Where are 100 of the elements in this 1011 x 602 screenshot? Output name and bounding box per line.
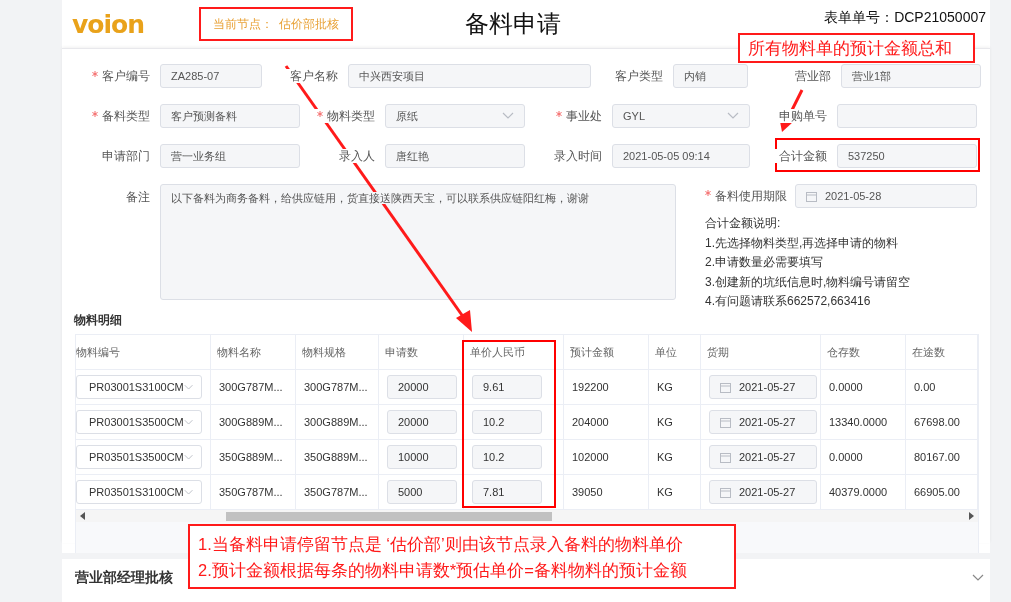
input-field[interactable] xyxy=(837,104,977,128)
table-cell: 350G889M... xyxy=(219,451,283,463)
note-line: 4.有问题请联系662572,663416 xyxy=(705,293,872,310)
table-cell: KG xyxy=(657,381,673,393)
column-header: 预计金额 xyxy=(564,335,649,369)
node-value: 估价部批核 xyxy=(279,15,339,33)
calendar-icon xyxy=(720,416,731,428)
table-cell: 102000 xyxy=(572,451,609,463)
input-field[interactable]: 中兴西安项目 xyxy=(348,64,591,88)
note-line: 3.创建新的坑纸信息时,物料编号请留空 xyxy=(705,273,912,291)
input-field[interactable]: 10.2 xyxy=(472,410,542,434)
input-field[interactable]: ZA285-07 xyxy=(160,64,262,88)
table-cell: 67698.00 xyxy=(914,416,960,428)
column-header: 物料规格 xyxy=(296,335,379,369)
table-cell: 350G787M... xyxy=(304,486,368,498)
select-field[interactable]: 原纸 xyxy=(385,104,525,128)
chevron-down-icon[interactable] xyxy=(972,574,984,582)
scroll-right-icon[interactable] xyxy=(968,512,974,520)
note-line: 2.申请数量必需要填写 xyxy=(705,254,824,271)
input-field[interactable]: 7.81 xyxy=(472,480,542,504)
table-cell: 350G787M... xyxy=(219,486,283,498)
page-title: 备料申请 xyxy=(465,9,561,39)
chevron-down-icon xyxy=(183,488,193,496)
calendar-icon xyxy=(720,486,731,498)
column-header: 仓存数 xyxy=(821,335,906,369)
node-label: 当前节点： xyxy=(213,15,273,33)
scroll-left-icon[interactable] xyxy=(80,512,86,520)
field-label: 备料类型 xyxy=(62,109,150,123)
chevron-down-icon xyxy=(502,112,514,120)
table-cell: 40379.0000 xyxy=(829,486,888,498)
column-header: 在途数 xyxy=(906,335,978,369)
input-field[interactable]: 2021-05-05 09:14 xyxy=(612,144,750,168)
column-header: 物料编号 xyxy=(76,335,211,369)
table-cell: 300G787M... xyxy=(219,381,283,393)
select-field[interactable]: PR03501S3500CM xyxy=(76,445,202,469)
input-field[interactable]: 20000 xyxy=(387,375,457,399)
input-field[interactable]: 营业1部 xyxy=(841,64,981,88)
column-header: 单价人民币 xyxy=(464,335,564,369)
select-field[interactable]: PR03001S3500CM xyxy=(76,410,202,434)
date-field[interactable]: 2021-05-27 xyxy=(709,375,817,399)
table-cell: 300G889M... xyxy=(219,416,283,428)
date-field[interactable]: 2021-05-27 xyxy=(709,445,817,469)
table-cell: KG xyxy=(657,451,673,463)
field-label: 备料使用期限 xyxy=(705,187,787,205)
required-icon xyxy=(92,71,98,77)
field-label: 申请部门 xyxy=(62,149,150,163)
input-field[interactable]: 客户预测备料 xyxy=(160,104,300,128)
required-icon xyxy=(556,111,562,117)
table-cell: KG xyxy=(657,486,673,498)
callout-text: 2.预计金额根据每条的物料申请数*预估单价=备料物料的预计金额 xyxy=(198,559,688,581)
chevron-down-icon xyxy=(183,418,193,426)
remark-field[interactable]: 以下备料为商务备料，给供应链用，货直接送陕西天宝，可以联系供应链阳红梅，谢谢 xyxy=(160,184,676,300)
required-icon xyxy=(317,111,323,117)
input-field[interactable]: 5000 xyxy=(387,480,457,504)
arrow xyxy=(779,89,804,132)
scrollbar[interactable] xyxy=(76,510,978,522)
table-cell: 66905.00 xyxy=(914,486,960,498)
table-cell: 0.00 xyxy=(914,381,936,393)
calendar-icon xyxy=(806,190,817,202)
chevron-down-icon xyxy=(727,112,739,120)
input-field[interactable]: 营一业务组 xyxy=(160,144,300,168)
required-icon xyxy=(705,189,711,196)
date-field[interactable]: 2021-05-28 xyxy=(795,184,977,208)
column-header: 货期 xyxy=(701,335,821,369)
select-field[interactable]: GYL xyxy=(612,104,750,128)
table-cell: 0.0000 xyxy=(829,451,863,463)
field-label: 备注 xyxy=(62,184,150,302)
column-header: 单位 xyxy=(649,335,701,369)
logo: voion xyxy=(72,9,144,39)
date-field[interactable]: 2021-05-27 xyxy=(709,410,817,434)
input-field[interactable]: 内销 xyxy=(673,64,748,88)
field-label: 客户编号 xyxy=(62,69,150,83)
form-number: 表单单号：DCP21050007 xyxy=(824,9,986,27)
callout-text: 所有物料单的预计金额总和 xyxy=(748,37,953,60)
input-field[interactable]: 20000 xyxy=(387,410,457,434)
table-cell: 204000 xyxy=(572,416,609,428)
select-field[interactable]: PR03001S3100CM xyxy=(76,375,202,399)
calendar-icon xyxy=(720,381,731,393)
chevron-down-icon xyxy=(183,453,193,461)
table-cell: 0.0000 xyxy=(829,381,863,393)
table-cell: 300G787M... xyxy=(304,381,368,393)
section-title[interactable]: 营业部经理批核 xyxy=(75,569,173,587)
date-field[interactable]: 2021-05-27 xyxy=(709,480,817,504)
input-field[interactable]: 10.2 xyxy=(472,445,542,469)
input-field[interactable]: 9.61 xyxy=(472,375,542,399)
table-cell: 300G889M... xyxy=(304,416,368,428)
input-field[interactable]: 唐红艳 xyxy=(385,144,525,168)
input-field[interactable]: 10000 xyxy=(387,445,457,469)
table-cell: 80167.00 xyxy=(914,451,960,463)
note-line: 1.先选择物料类型,再选择申请的物料 xyxy=(705,234,900,252)
table-cell: 39050 xyxy=(572,486,603,498)
table-cell: 13340.0000 xyxy=(829,416,888,428)
chevron-down-icon xyxy=(183,383,193,391)
input-field[interactable]: 537250 xyxy=(837,144,977,168)
column-header: 申请数 xyxy=(379,335,464,369)
column-header: 物料名称 xyxy=(211,335,296,369)
select-field[interactable]: PR03501S3100CM xyxy=(76,480,202,504)
section-title: 物料明细 xyxy=(74,312,123,329)
calendar-icon xyxy=(720,451,731,463)
table-cell: KG xyxy=(657,416,673,428)
